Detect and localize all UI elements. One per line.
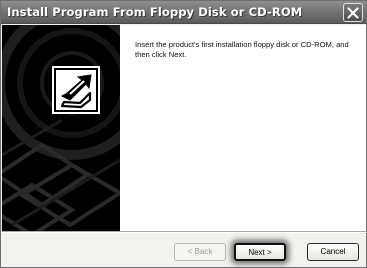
- window-title: Install Program From Floppy Disk or CD-R…: [7, 5, 303, 19]
- title-bar[interactable]: Install Program From Floppy Disk or CD-R…: [1, 1, 366, 24]
- install-program-dialog: Install Program From Floppy Disk or CD-R…: [0, 0, 367, 268]
- button-divider: [2, 231, 367, 233]
- cancel-button[interactable]: Cancel: [307, 243, 359, 261]
- instruction-text: Insert the product's first installation …: [135, 40, 349, 59]
- setup-arrow-icon: [52, 66, 100, 114]
- wizard-content-area: Insert the product's first installation …: [120, 25, 366, 231]
- wizard-side-panel: [2, 25, 120, 231]
- close-icon: [347, 7, 359, 19]
- back-button[interactable]: < Back: [174, 243, 226, 261]
- close-button[interactable]: [343, 3, 363, 22]
- cd-disk-artwork: [2, 25, 120, 231]
- next-button[interactable]: Next >: [234, 243, 286, 261]
